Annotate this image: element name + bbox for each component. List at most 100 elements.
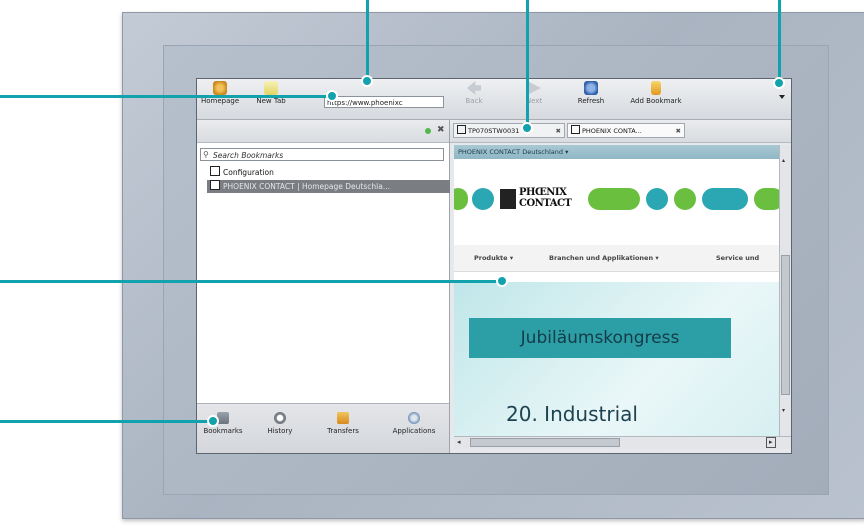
browser-toolbar: Homepage New Tab https://www.phoenixc Ba… bbox=[197, 79, 791, 120]
refresh-button[interactable]: Refresh bbox=[574, 81, 608, 117]
site-location-bar[interactable]: PHOENIX CONTACT Deutschland ▾ bbox=[454, 145, 779, 159]
menu-item-branchen[interactable]: Branchen und Applikationen ▾ bbox=[549, 245, 659, 271]
nav-label: Transfers bbox=[327, 427, 359, 435]
new-tab-label: New Tab bbox=[256, 97, 286, 105]
bookmark-item[interactable]: Configuration bbox=[210, 166, 274, 179]
menu-label: Service und bbox=[716, 254, 760, 262]
logo-pill bbox=[454, 188, 468, 210]
close-tab-icon[interactable]: ✖ bbox=[676, 124, 681, 137]
back-label: Back bbox=[465, 97, 483, 105]
nav-transfers[interactable]: Transfers bbox=[323, 412, 363, 435]
refresh-label: Refresh bbox=[577, 97, 605, 105]
tab-tp070[interactable]: TP070STW0031 ✖ bbox=[453, 123, 565, 138]
callout-dot bbox=[521, 122, 533, 134]
add-bookmark-button[interactable]: Add Bookmark bbox=[623, 81, 689, 117]
refresh-icon bbox=[584, 81, 598, 95]
menu-item-produkte[interactable]: Produkte ▾ bbox=[474, 245, 513, 271]
web-view: PHOENIX CONTACT Deutschland ▾ PHŒNIX CON… bbox=[454, 145, 779, 438]
callout-dot bbox=[496, 275, 508, 287]
homepage-label: Homepage bbox=[201, 97, 240, 105]
banner-subtitle: 20. Industrial bbox=[506, 402, 638, 426]
home-icon bbox=[213, 81, 227, 95]
vertical-scrollbar[interactable]: ▴ ▾ bbox=[779, 145, 791, 438]
logo-pill bbox=[754, 188, 779, 210]
new-tab-button[interactable]: New Tab bbox=[253, 81, 289, 117]
search-bookmarks-input[interactable]: Search Bookmarks bbox=[200, 148, 444, 161]
back-arrow-icon bbox=[467, 81, 481, 95]
menu-label: Produkte bbox=[474, 254, 508, 262]
callout-line bbox=[366, 0, 369, 80]
toolbar-overflow-icon[interactable] bbox=[779, 95, 785, 99]
callout-dot bbox=[326, 90, 338, 102]
bookmark-label: PHOENIX CONTACT | Homepage Deutschla... bbox=[223, 182, 390, 191]
tab-label: PHOENIX CONTA... bbox=[582, 127, 642, 135]
sidebar-header: ✖ bbox=[197, 120, 449, 143]
nav-history[interactable]: History bbox=[263, 412, 297, 435]
nav-label: History bbox=[267, 427, 293, 435]
logo-pill bbox=[646, 188, 668, 210]
transfers-icon bbox=[337, 412, 349, 424]
site-location-label: PHOENIX CONTACT Deutschland bbox=[458, 148, 564, 156]
logo-text-line1: PHŒNIX bbox=[519, 187, 567, 198]
callout-line bbox=[778, 0, 781, 82]
callout-dot bbox=[207, 415, 219, 427]
nav-label: Bookmarks bbox=[203, 427, 243, 435]
applications-icon bbox=[408, 412, 420, 424]
menu-label: Branchen und Applikationen bbox=[549, 254, 654, 262]
back-button[interactable]: Back bbox=[459, 81, 489, 117]
document-icon bbox=[210, 180, 220, 190]
tab-label: TP070STW0031 bbox=[468, 127, 520, 135]
scroll-up-icon[interactable]: ▴ bbox=[782, 157, 785, 164]
url-input[interactable]: https://www.phoenixc bbox=[324, 96, 444, 108]
logo-mark-icon bbox=[500, 189, 516, 209]
callout-dot bbox=[361, 75, 373, 87]
tab-phoenix[interactable]: PHOENIX CONTA... ✖ bbox=[567, 123, 685, 138]
callout-line bbox=[0, 280, 502, 283]
bookmark-label: Configuration bbox=[223, 168, 274, 177]
search-icon: ⚲ bbox=[203, 150, 209, 159]
sidebar-bottom-nav: Bookmarks History Transfers Applications bbox=[197, 403, 449, 453]
next-arrow-icon bbox=[527, 81, 541, 95]
nav-bookmarks[interactable]: Bookmarks bbox=[199, 412, 247, 435]
nav-applications[interactable]: Applications bbox=[383, 412, 445, 435]
promo-banner[interactable]: Jubiläumskongress 20. Industrial bbox=[454, 282, 779, 438]
callout-line bbox=[0, 95, 332, 98]
document-icon bbox=[457, 125, 466, 134]
horizontal-scrollbar[interactable]: ◂ ▸ bbox=[454, 436, 791, 449]
logo-pill bbox=[702, 188, 748, 210]
scroll-thumb-horizontal[interactable] bbox=[470, 438, 620, 447]
menu-item-service[interactable]: Service und bbox=[716, 245, 759, 271]
close-tab-icon[interactable]: ✖ bbox=[556, 124, 561, 137]
next-button[interactable]: Next bbox=[519, 81, 549, 117]
scroll-left-icon[interactable]: ◂ bbox=[457, 438, 461, 446]
new-tab-icon bbox=[264, 81, 278, 95]
nav-label: Applications bbox=[392, 427, 436, 435]
callout-line bbox=[0, 420, 212, 423]
document-icon bbox=[210, 166, 220, 176]
logo-pill bbox=[588, 188, 640, 210]
scroll-thumb[interactable] bbox=[781, 255, 790, 395]
bookmark-icon bbox=[651, 81, 661, 95]
bookmark-item-selected[interactable]: PHOENIX CONTACT | Homepage Deutschla... bbox=[207, 180, 450, 193]
close-panel-icon[interactable]: ✖ bbox=[437, 125, 445, 135]
tab-strip: TP070STW0031 ✖ PHOENIX CONTA... ✖ bbox=[450, 120, 791, 143]
site-nav-menu: Produkte ▾ Branchen und Applikationen ▾ … bbox=[454, 245, 779, 272]
banner-title: Jubiläumskongress bbox=[469, 318, 731, 358]
page: e Homepage New Tab https://www.phoenixc … bbox=[0, 0, 864, 528]
document-icon bbox=[571, 125, 580, 134]
logo-pill bbox=[472, 188, 494, 210]
screen: Homepage New Tab https://www.phoenixc Ba… bbox=[196, 78, 792, 454]
logo-pill bbox=[674, 188, 696, 210]
callout-dot bbox=[773, 77, 785, 89]
sidebar-panel: ✖ Search Bookmarks ⚲ Configuration PHOEN… bbox=[197, 120, 450, 453]
phoenix-contact-logo[interactable]: PHŒNIX CONTACT bbox=[500, 185, 580, 213]
status-dot-icon bbox=[425, 128, 431, 134]
logo-text-line2: CONTACT bbox=[519, 198, 572, 209]
homepage-button[interactable]: Homepage bbox=[201, 81, 239, 117]
scroll-down-icon[interactable]: ▾ bbox=[782, 407, 785, 414]
history-icon bbox=[274, 412, 286, 424]
add-bookmark-label: Add Bookmark bbox=[630, 97, 682, 105]
callout-line bbox=[526, 0, 529, 128]
scroll-right-icon[interactable]: ▸ bbox=[766, 437, 776, 448]
dropdown-icon: ▾ bbox=[565, 148, 569, 156]
